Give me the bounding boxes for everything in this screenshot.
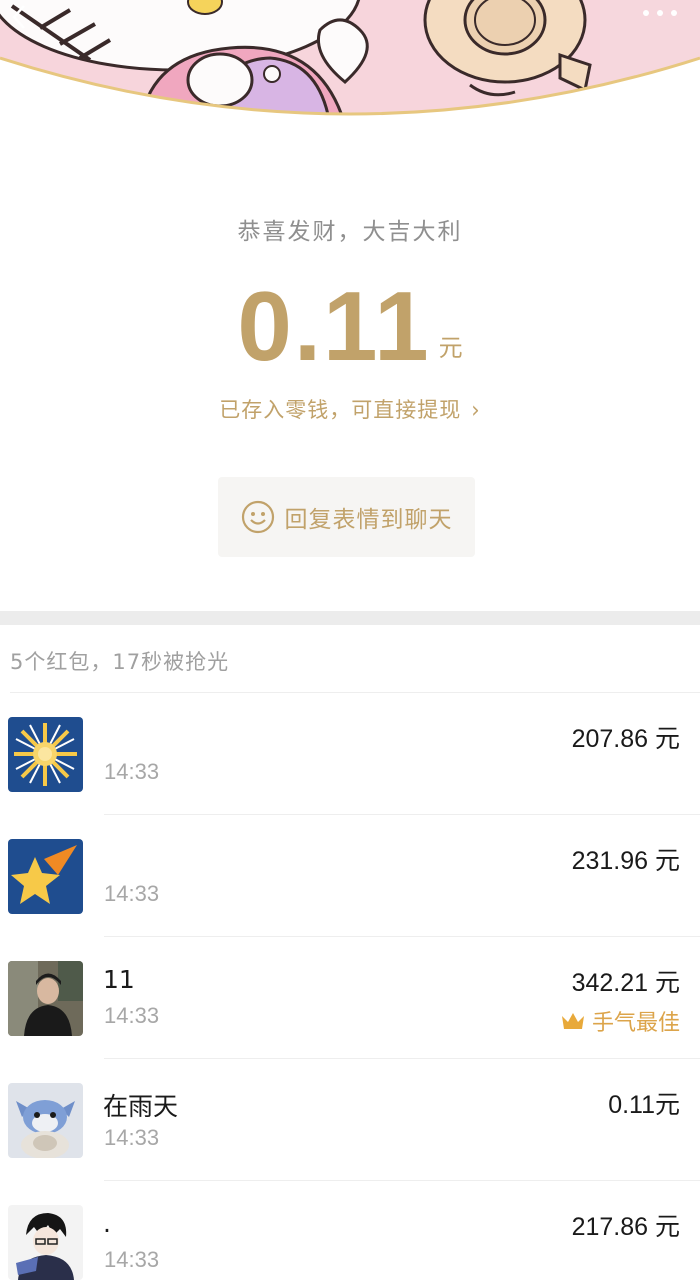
member-name: 11 [103, 965, 135, 994]
stored-text: 已存入零钱，可直接提现 [219, 398, 462, 422]
sun-avatar [8, 717, 83, 792]
grab-time: 14:33 [104, 1247, 160, 1272]
amount-unit: 元 [438, 334, 463, 362]
grab-amount: 0.11元 [608, 1091, 680, 1119]
header-illustration [0, 0, 700, 125]
smile-face-icon [241, 500, 274, 534]
list-item[interactable]: 14:33 231.96 元 [0, 815, 700, 937]
list-item[interactable]: 14:33 207.86 元 [0, 693, 700, 815]
member-name: . [103, 1209, 111, 1238]
grab-time: 14:33 [104, 881, 160, 906]
list-item[interactable]: . 14:33 217.86 元 [0, 1181, 700, 1280]
best-luck-badge: 手气最佳 [560, 1005, 680, 1037]
amount-value: 0.11 [237, 271, 431, 381]
person-photo-avatar [8, 961, 83, 1036]
grab-amount: 342.21 元 [571, 969, 680, 997]
reply-button-label: 回复表情到聊天 [284, 507, 453, 533]
grab-time: 14:33 [104, 1003, 160, 1028]
crown-icon [561, 1013, 584, 1029]
list-item[interactable]: 在雨天 14:33 0.11元 [0, 1059, 700, 1181]
packets-summary: 5个红包，17秒被抢光 [10, 650, 230, 674]
chevron-right-icon: › [471, 396, 481, 424]
greeting-text: 恭喜发财，大吉大利 [237, 219, 463, 245]
received-amount: 0.11 元 [0, 276, 700, 376]
best-luck-label: 手气最佳 [591, 1011, 680, 1036]
list-item[interactable]: 11 14:33 342.21 元 手气最佳 [0, 937, 700, 1059]
more-dots-icon[interactable] [640, 6, 680, 20]
grab-amount: 217.86 元 [571, 1213, 680, 1241]
grab-amount: 207.86 元 [571, 725, 680, 753]
grab-amount: 231.96 元 [571, 847, 680, 875]
star-avatar [8, 839, 83, 914]
section-divider [0, 611, 700, 625]
stored-to-change-link[interactable]: 已存入零钱，可直接提现 › [0, 394, 700, 424]
grab-time: 14:33 [104, 1125, 160, 1150]
reply-sticker-button[interactable]: 回复表情到聊天 [218, 477, 475, 557]
grab-time: 14:33 [104, 759, 160, 784]
plush-toy-avatar [8, 1083, 83, 1158]
chevron-left-icon[interactable] [8, 2, 30, 32]
member-name: 在雨天 [103, 1092, 179, 1121]
anime-boy-avatar [8, 1205, 83, 1280]
